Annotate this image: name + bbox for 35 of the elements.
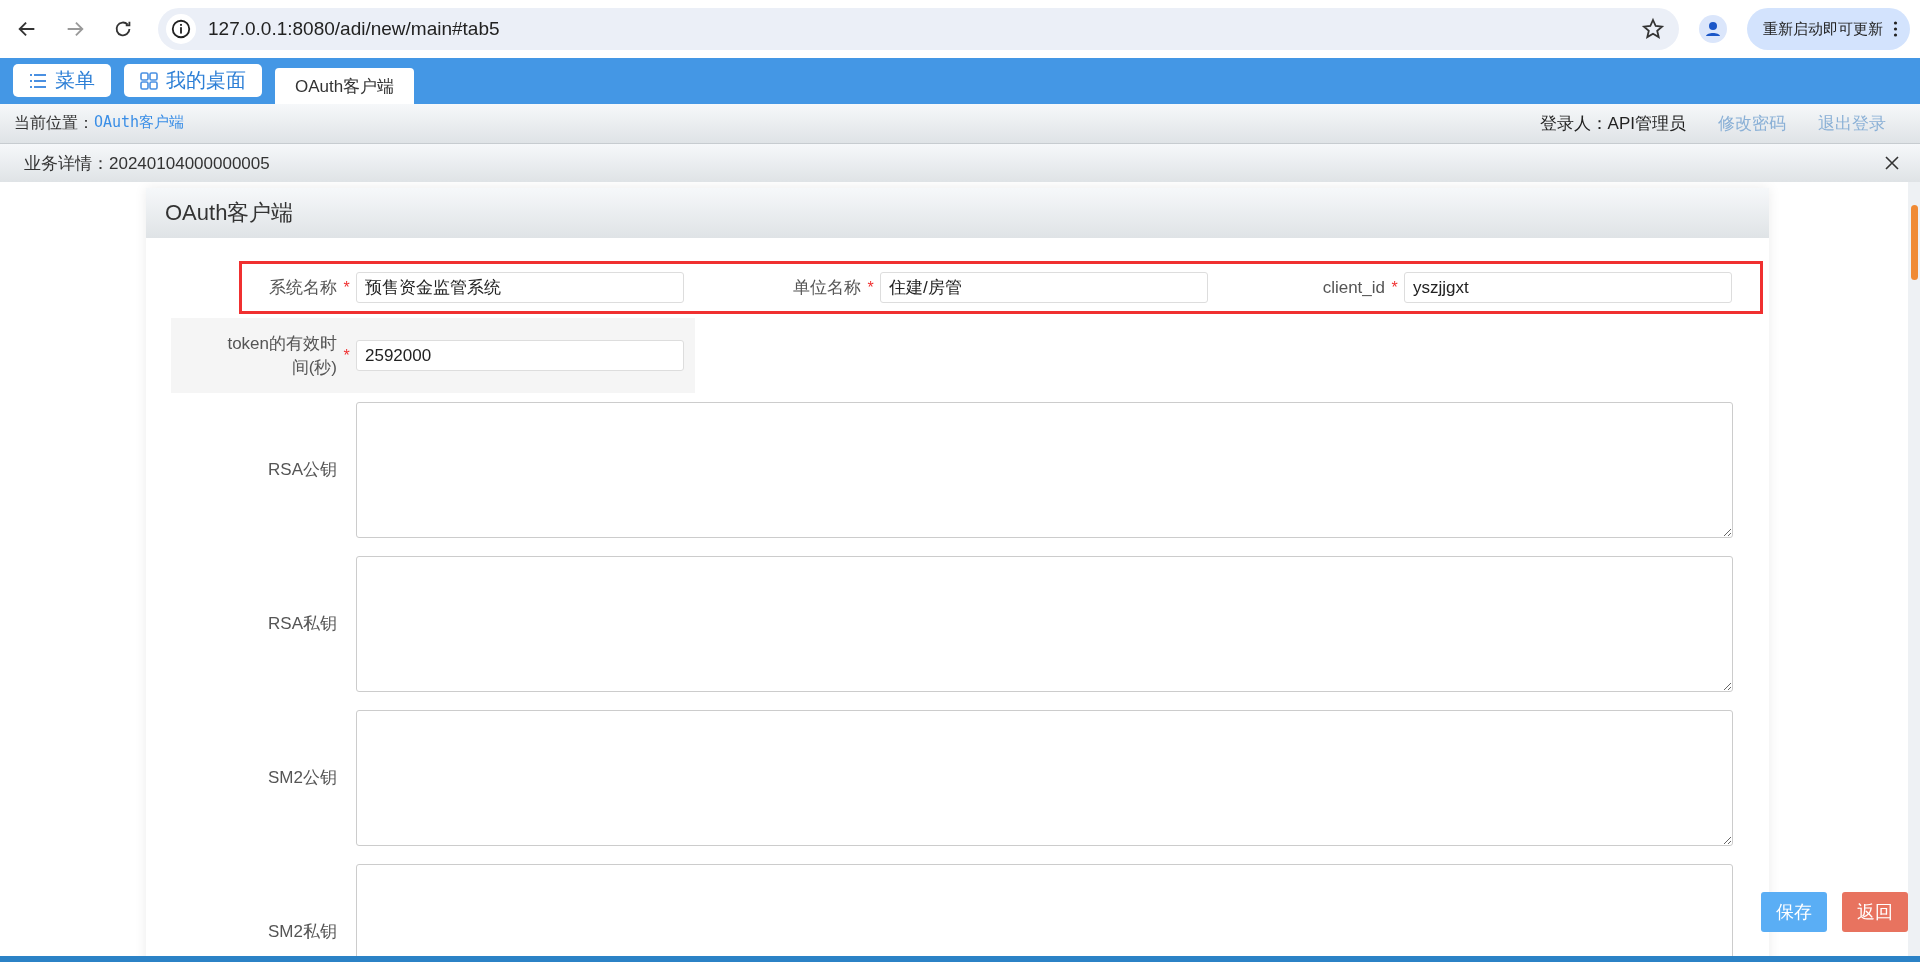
- required-mark: *: [342, 346, 351, 365]
- field-label: RSA公钥: [267, 459, 337, 481]
- scrollbar-thumb[interactable]: [1911, 205, 1918, 280]
- field-label: 系统名称: [268, 276, 337, 299]
- profile-icon[interactable]: [1699, 15, 1727, 43]
- input-field[interactable]: 住建/房管: [880, 272, 1208, 303]
- field-label: SM2私钥: [267, 921, 337, 943]
- update-button[interactable]: 重新启动即可更新: [1747, 8, 1910, 50]
- star-icon[interactable]: [1641, 17, 1665, 41]
- url-text: 127.0.0.1:8080/adi/new/main#tab5: [208, 18, 501, 40]
- toolbar-button[interactable]: 菜单: [13, 64, 111, 97]
- required-mark: *: [342, 278, 351, 297]
- field-label: token的有效时间(秒): [226, 332, 337, 379]
- scrollbar[interactable]: [1908, 182, 1920, 956]
- field-label: client_id: [1321, 276, 1385, 299]
- close-icon[interactable]: [1884, 155, 1900, 171]
- detail-title: 业务详情：20240104000000005: [24, 152, 270, 175]
- list-icon: [29, 71, 47, 90]
- panel-title: OAuth客户端: [146, 188, 1769, 238]
- tab[interactable]: OAuth客户端: [275, 68, 415, 104]
- toolbar-button[interactable]: 我的桌面: [124, 64, 262, 97]
- input-field[interactable]: 2592000: [356, 340, 684, 371]
- field-label: 单位名称: [792, 276, 861, 299]
- grid-icon: [140, 71, 158, 90]
- input-field[interactable]: yszjjgxt: [1404, 272, 1732, 303]
- required-mark: *: [866, 278, 875, 297]
- input-field[interactable]: 预售资金监管系统: [356, 272, 684, 303]
- breadcrumb-label: 当前位置：: [14, 113, 94, 133]
- address-bar[interactable]: 127.0.0.1:8080/adi/new/main#tab5: [158, 8, 1679, 50]
- more-icon[interactable]: [1893, 21, 1898, 37]
- info-icon[interactable]: [166, 14, 196, 44]
- field-label: RSA私钥: [267, 613, 337, 635]
- field-label: SM2公钥: [267, 767, 337, 789]
- user-label: 登录人：API管理员: [1539, 113, 1686, 135]
- required-mark: *: [1390, 278, 1399, 297]
